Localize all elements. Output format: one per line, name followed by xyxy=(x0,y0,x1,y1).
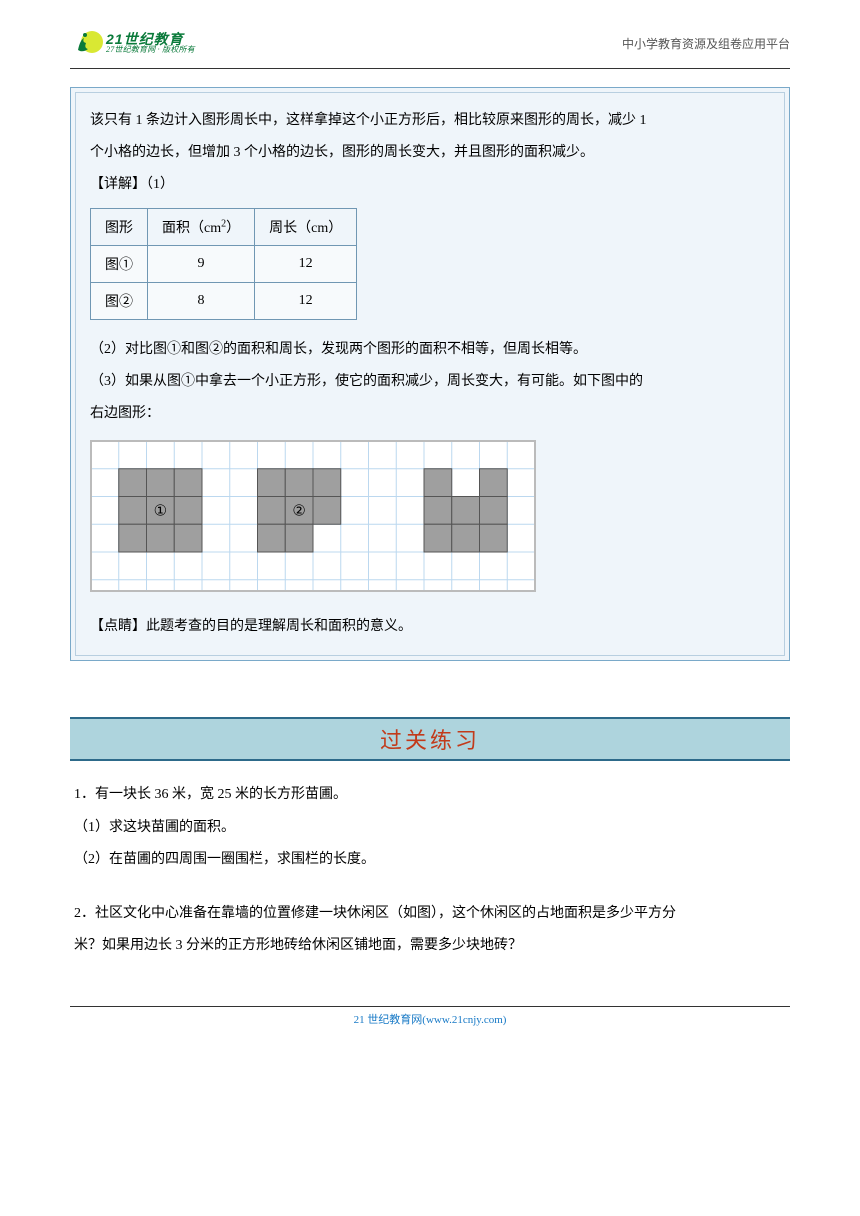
header-divider xyxy=(70,68,790,69)
exercise-2: 2．社区文化中心准备在靠墙的位置修建一块休闲区（如图），这个休闲区的占地面积是多… xyxy=(74,898,790,962)
para-3a: （3）如果从图①中拿去一个小正方形，使它的面积减少，周长变大，有可能。如下图中的 xyxy=(90,366,770,398)
svg-text:①: ① xyxy=(154,504,167,520)
intro-line-1: 该只有 1 条边计入图形周长中，这样拿掉这个小正方形后，相比较原来图形的周长，减… xyxy=(90,105,770,137)
detail-label: 【详解】（1） xyxy=(90,169,770,201)
page-header: 21世纪教育 27世纪教育网 · 版权所有 中小学教育资源及组卷应用平台 xyxy=(70,28,790,58)
logo-icon xyxy=(70,28,104,58)
section-banner: 过关练习 xyxy=(70,717,790,761)
header-right-text: 中小学教育资源及组卷应用平台 xyxy=(622,35,790,52)
table-row: 图① 9 12 xyxy=(91,245,357,282)
page-footer: 21 世纪教育网(www.21cnjy.com) xyxy=(70,1006,790,1027)
th-area: 面积（cm2） xyxy=(148,208,255,245)
q1-main: 1．有一块长 36 米，宽 25 米的长方形苗圃。 xyxy=(74,779,790,811)
solution-box: 该只有 1 条边计入图形周长中，这样拿掉这个小正方形后，相比较原来图形的周长，减… xyxy=(70,87,790,661)
q2-line-b: 米？如果用边长 3 分米的正方形地砖给休闲区铺地面，需要多少块地砖？ xyxy=(74,930,790,962)
footer-divider xyxy=(70,1006,790,1007)
para-3b: 右边图形： xyxy=(90,398,770,430)
q2-line-a: 2．社区文化中心准备在靠墙的位置修建一块休闲区（如图），这个休闲区的占地面积是多… xyxy=(74,898,790,930)
cell-perimeter: 12 xyxy=(255,245,357,282)
banner-text: 过关练习 xyxy=(380,728,480,753)
cell-perimeter: 12 xyxy=(255,282,357,319)
svg-text:②: ② xyxy=(292,504,305,520)
grid-figure: ①② xyxy=(90,440,536,592)
th-shape: 图形 xyxy=(91,208,148,245)
cell-shape: 图① xyxy=(91,245,148,282)
cell-area: 9 xyxy=(148,245,255,282)
table-row: 图② 8 12 xyxy=(91,282,357,319)
q1-sub2: （2）在苗圃的四周围一圈围栏，求围栏的长度。 xyxy=(74,844,790,876)
point-label: 【点睛】此题考查的目的是理解周长和面积的意义。 xyxy=(90,611,770,643)
exercise-1: 1．有一块长 36 米，宽 25 米的长方形苗圃。 （1）求这块苗圃的面积。 （… xyxy=(74,779,790,876)
area-perimeter-table: 图形 面积（cm2） 周长（cm） 图① 9 12 图② 8 12 xyxy=(90,208,357,320)
th-perimeter: 周长（cm） xyxy=(255,208,357,245)
cell-area: 8 xyxy=(148,282,255,319)
cell-shape: 图② xyxy=(91,282,148,319)
intro-line-2: 个小格的边长，但增加 3 个小格的边长，图形的周长变大，并且图形的面积减少。 xyxy=(90,137,770,169)
para-2: （2）对比图①和图②的面积和周长，发现两个图形的面积不相等，但周长相等。 xyxy=(90,334,770,366)
logo: 21世纪教育 27世纪教育网 · 版权所有 xyxy=(70,28,195,58)
q1-sub1: （1）求这块苗圃的面积。 xyxy=(74,812,790,844)
logo-cn-text: 21世纪教育 xyxy=(106,32,195,46)
footer-text: 21 世纪教育网(www.21cnjy.com) xyxy=(354,1014,507,1026)
logo-en-text: 27世纪教育网 · 版权所有 xyxy=(106,46,195,54)
